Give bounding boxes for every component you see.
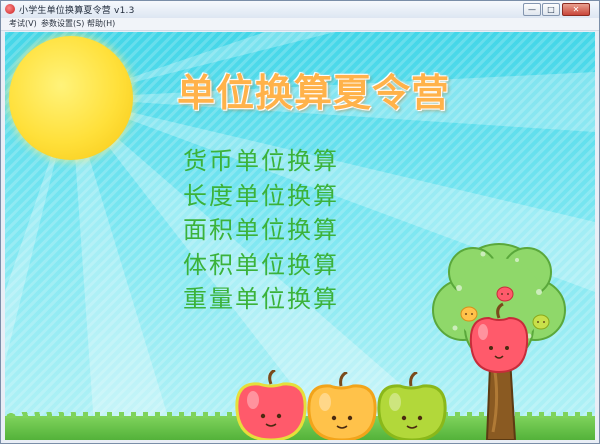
conversion-menu: 货币单位换算 长度单位换算 面积单位换算 体积单位换算 重量单位换算 bbox=[183, 144, 339, 317]
app-apple-icon bbox=[5, 4, 15, 14]
option-weight[interactable]: 重量单位换算 bbox=[183, 282, 339, 317]
sun-illustration bbox=[9, 36, 133, 160]
window-title: 小学生单位换算夏令营 v1.3 bbox=[19, 6, 135, 16]
apple-tree-illustration bbox=[432, 243, 566, 440]
maximize-button[interactable]: □ bbox=[542, 3, 560, 16]
menu-help[interactable]: 帮助(H) bbox=[87, 18, 115, 30]
menu-bar: 考试(V) 参数设置(S) 帮助(H) bbox=[1, 18, 599, 31]
close-button[interactable]: ✕ bbox=[562, 3, 590, 16]
page-title: 单位换算夏令营 bbox=[177, 71, 451, 115]
option-currency[interactable]: 货币单位换算 bbox=[183, 144, 339, 179]
main-canvas: 单位换算夏令营 货币单位换算 长度单位换算 面积单位换算 体积单位换算 重量单位… bbox=[5, 32, 595, 440]
option-length[interactable]: 长度单位换算 bbox=[183, 179, 339, 214]
green-apple-illustration bbox=[377, 372, 447, 440]
orange-apple-illustration bbox=[307, 372, 377, 440]
app-window: 小学生单位换算夏令营 v1.3 — □ ✕ 考试(V) 参数设置(S) 帮助(H… bbox=[0, 0, 600, 444]
option-area[interactable]: 面积单位换算 bbox=[183, 213, 339, 248]
minimize-button[interactable]: — bbox=[523, 3, 541, 16]
red-apple-illustration bbox=[235, 370, 307, 440]
title-bar: 小学生单位换算夏令营 v1.3 — □ ✕ bbox=[1, 1, 599, 19]
menu-settings[interactable]: 参数设置(S) bbox=[41, 18, 84, 30]
option-volume[interactable]: 体积单位换算 bbox=[183, 248, 339, 283]
menu-exam[interactable]: 考试(V) bbox=[9, 18, 37, 30]
